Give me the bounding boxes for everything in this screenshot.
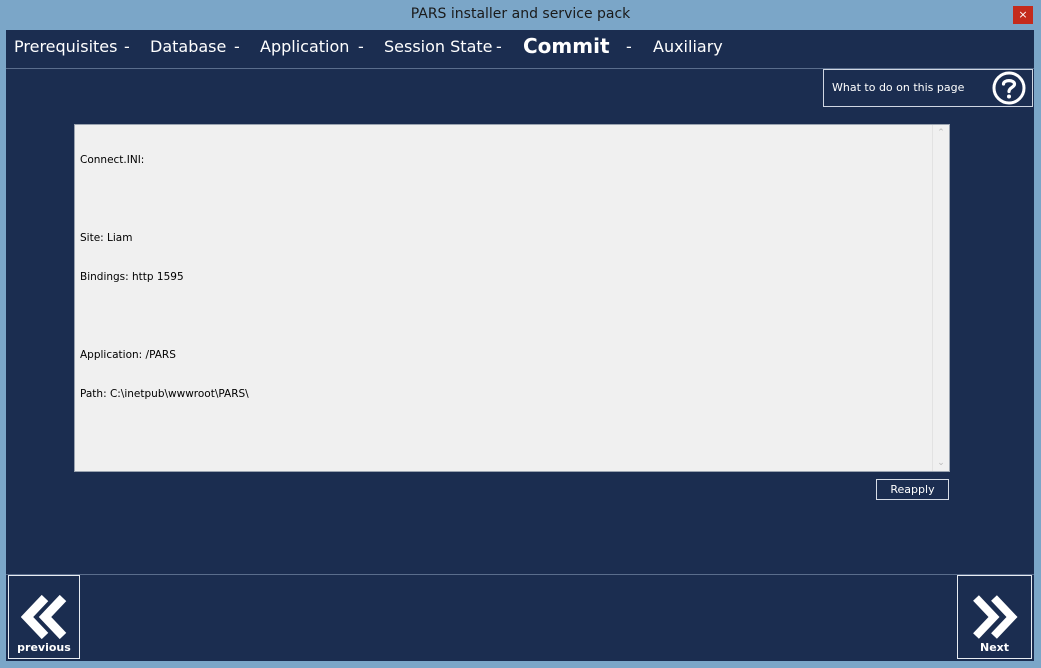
step-navigation: Prerequisites - Database - Application -… bbox=[6, 30, 1034, 69]
summary-line: Application: /PARS bbox=[80, 349, 176, 361]
help-button[interactable]: What to do on this page bbox=[823, 69, 1033, 107]
question-circle-icon bbox=[992, 71, 1026, 105]
step-session-state[interactable]: Session State bbox=[384, 37, 492, 56]
scroll-down-icon[interactable]: ⌄ bbox=[933, 458, 949, 468]
summary-line bbox=[80, 193, 249, 206]
summary-line: Bindings: http 1595 bbox=[80, 271, 184, 283]
installer-window: Prerequisites - Database - Application -… bbox=[6, 30, 1034, 661]
summary-line: Site: Liam bbox=[80, 232, 133, 244]
close-button[interactable]: × bbox=[1013, 6, 1033, 24]
step-prerequisites[interactable]: Prerequisites bbox=[14, 37, 117, 56]
step-application[interactable]: Application bbox=[260, 37, 349, 56]
summary-line: Connect.INI: bbox=[80, 154, 145, 166]
previous-button[interactable]: previous bbox=[8, 575, 80, 659]
step-separator: - bbox=[496, 37, 502, 56]
commit-summary-text: Connect.INI: Site: Liam Bindings: http 1… bbox=[80, 128, 249, 427]
next-button[interactable]: Next bbox=[957, 575, 1032, 659]
double-chevron-left-icon bbox=[21, 594, 67, 640]
footer-divider bbox=[6, 574, 1034, 575]
step-separator: - bbox=[234, 37, 240, 56]
reapply-button[interactable]: Reapply bbox=[876, 479, 949, 500]
help-label: What to do on this page bbox=[832, 81, 965, 94]
step-commit[interactable]: Commit bbox=[523, 34, 610, 58]
previous-label: previous bbox=[17, 641, 71, 654]
step-database[interactable]: Database bbox=[150, 37, 226, 56]
step-separator: - bbox=[358, 37, 364, 56]
summary-line bbox=[80, 310, 249, 323]
summary-line: Path: C:\inetpub\wwwroot\PARS\ bbox=[80, 388, 249, 400]
step-auxiliary[interactable]: Auxiliary bbox=[653, 37, 723, 56]
step-separator: - bbox=[124, 37, 130, 56]
commit-summary-textarea[interactable]: Connect.INI: Site: Liam Bindings: http 1… bbox=[74, 124, 950, 472]
title-bar: PARS installer and service pack × bbox=[0, 0, 1041, 30]
window-title: PARS installer and service pack bbox=[410, 6, 631, 22]
next-label: Next bbox=[979, 641, 1010, 654]
vertical-scrollbar[interactable]: ⌃ ⌄ bbox=[932, 125, 949, 471]
double-chevron-right-icon bbox=[973, 595, 1018, 639]
step-separator: - bbox=[626, 37, 632, 56]
scroll-up-icon[interactable]: ⌃ bbox=[933, 128, 949, 138]
